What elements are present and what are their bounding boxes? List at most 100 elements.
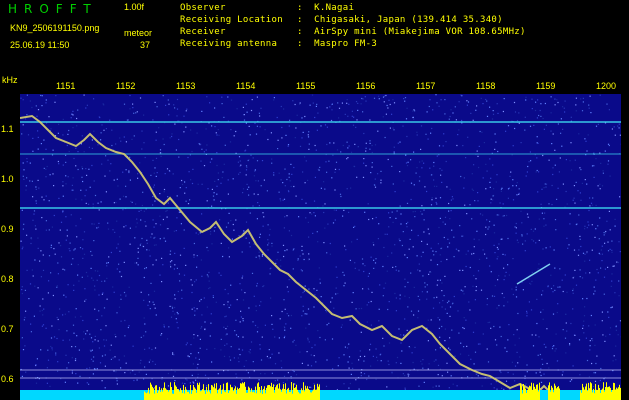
noise-dot: [594, 290, 596, 292]
noise-dot: [112, 357, 114, 359]
noise-dot: [531, 98, 533, 100]
noise-dot: [522, 243, 524, 245]
meteor-echo-bar: [554, 383, 555, 400]
noise-dot: [209, 102, 211, 104]
noise-dot: [163, 326, 165, 328]
noise-dot: [155, 131, 157, 133]
noise-dot: [104, 365, 106, 367]
noise-dot: [210, 322, 212, 324]
noise-dot: [50, 345, 52, 348]
noise-dot: [112, 229, 114, 231]
noise-dot: [384, 233, 386, 235]
noise-dot: [386, 233, 388, 235]
noise-dot: [286, 249, 288, 251]
noise-dot: [134, 373, 136, 375]
noise-dot: [455, 248, 457, 250]
noise-dot: [565, 190, 567, 193]
meteor-echo-bar: [284, 389, 285, 400]
noise-dot: [601, 260, 603, 262]
noise-dot: [493, 325, 495, 328]
noise-dot: [475, 286, 477, 288]
noise-dot: [252, 205, 254, 207]
noise-dot: [585, 272, 587, 274]
noise-dot: [251, 99, 253, 101]
noise-dot: [496, 174, 498, 176]
noise-dot: [239, 171, 241, 174]
noise-dot: [107, 228, 110, 230]
noise-dot: [75, 308, 77, 310]
meteor-echo-bar: [587, 390, 588, 400]
noise-dot: [388, 301, 390, 303]
noise-dot: [510, 171, 512, 173]
noise-dot: [305, 202, 307, 204]
noise-dot: [388, 212, 390, 214]
noise-dot: [589, 95, 591, 97]
x-tick-1151: 1151: [56, 81, 76, 91]
noise-dot: [220, 182, 222, 184]
noise-dot: [173, 354, 175, 356]
noise-dot: [485, 163, 487, 165]
noise-dot: [90, 250, 92, 253]
x-tick-1157: 1157: [416, 81, 436, 91]
noise-dot: [257, 202, 259, 204]
noise-dot: [153, 226, 155, 228]
noise-dot: [257, 193, 259, 196]
noise-dot: [176, 267, 178, 269]
noise-dot: [327, 223, 329, 225]
noise-dot: [538, 239, 540, 241]
noise-dot: [529, 125, 532, 127]
noise-dot: [610, 285, 612, 287]
noise-dot: [136, 111, 138, 113]
meteor-echo-bar: [534, 386, 535, 400]
meteor-echo-bar: [603, 382, 604, 400]
noise-dot: [463, 187, 465, 189]
noise-dot: [335, 287, 337, 289]
noise-dot: [302, 305, 304, 307]
noise-dot: [83, 231, 86, 233]
noise-dot: [384, 282, 387, 284]
noise-dot: [134, 237, 136, 239]
noise-dot: [169, 261, 172, 263]
noise-dot: [26, 177, 28, 179]
noise-dot: [143, 114, 145, 116]
noise-dot: [190, 279, 192, 281]
noise-dot: [341, 102, 343, 104]
noise-dot: [65, 161, 67, 163]
meteor-echo-bar: [594, 393, 595, 400]
noise-dot: [114, 356, 116, 358]
meteor-echo-bar: [248, 386, 249, 400]
noise-dot: [87, 275, 89, 277]
noise-dot: [373, 259, 375, 261]
noise-dot: [284, 329, 286, 331]
noise-dot: [414, 346, 416, 348]
noise-dot: [208, 287, 210, 290]
noise-dot: [464, 204, 466, 206]
noise-dot: [137, 264, 139, 266]
noise-dot: [441, 306, 443, 308]
noise-dot: [389, 217, 391, 219]
noise-dot: [599, 94, 601, 96]
noise-dot: [403, 98, 405, 100]
noise-dot: [235, 373, 237, 375]
noise-dot: [374, 186, 377, 188]
noise-dot: [349, 259, 351, 261]
noise-dot: [348, 103, 350, 105]
noise-dot: [364, 96, 366, 98]
meteor-echo-bar: [220, 385, 221, 400]
noise-dot: [177, 290, 179, 293]
noise-dot: [423, 381, 425, 383]
noise-dot: [56, 286, 58, 288]
meteor-echo-bar: [201, 390, 202, 400]
meteor-echo-bar: [219, 388, 220, 400]
noise-dot: [413, 314, 415, 316]
noise-dot: [447, 371, 449, 373]
noise-dot: [337, 102, 339, 104]
noise-dot: [22, 99, 24, 101]
noise-dot: [68, 150, 70, 153]
noise-dot: [586, 183, 588, 185]
noise-dot: [278, 191, 280, 193]
noise-dot: [145, 267, 147, 269]
noise-dot: [152, 204, 154, 206]
noise-dot: [242, 106, 244, 108]
noise-dot: [347, 115, 349, 117]
